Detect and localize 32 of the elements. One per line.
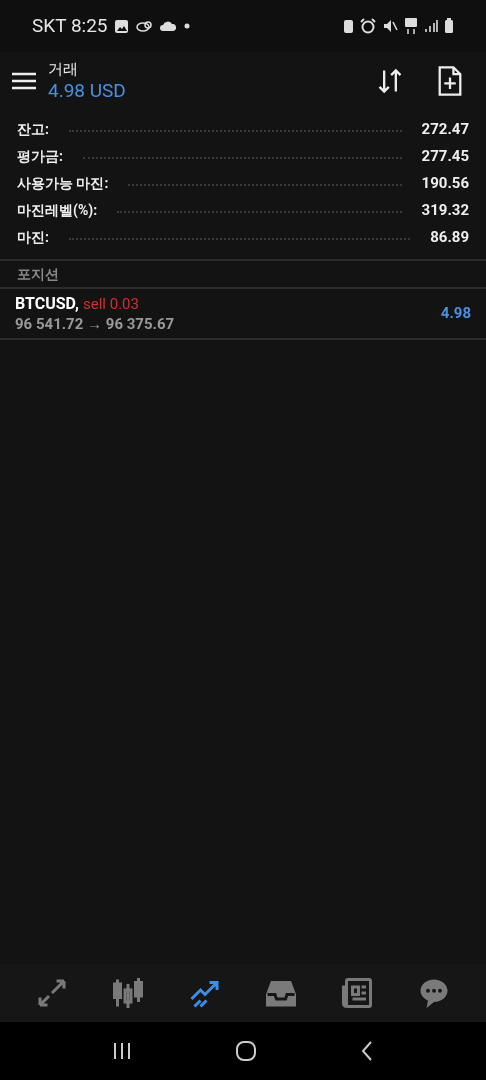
signal-icon [424, 19, 438, 33]
position-row[interactable]: BTCUSD, sell 0.03 96 541.72 → 96 375.67 4.98 [0, 287, 486, 340]
section-heading: 포지션 [17, 264, 59, 284]
cloud-icon [158, 20, 177, 32]
summary-label: 평가금: [17, 147, 63, 166]
back-icon[interactable] [360, 1041, 375, 1061]
position-side: sell 0.03 [83, 294, 139, 314]
summary-label: 사용가능 마진: [17, 174, 109, 193]
gallery-icon [113, 18, 129, 34]
sort-icon [376, 67, 404, 95]
total-profit: 4.98 USD [48, 79, 127, 103]
battery-icon [444, 18, 454, 34]
dot-icon [182, 22, 191, 30]
summary-value: 277.45 [421, 146, 469, 168]
position-symbol: BTCUSD, [15, 293, 79, 313]
screen-title: 거래 [48, 59, 79, 79]
summary-label: 잔고: [17, 120, 49, 139]
recent-apps-icon[interactable] [111, 1042, 132, 1060]
summary-value: 272.47 [421, 119, 469, 141]
summary-value: 86.89 [430, 227, 469, 249]
menu-icon [12, 72, 36, 90]
carrier-time: SKT 8:25 [32, 12, 108, 39]
summary-value: 319.32 [421, 200, 469, 222]
alarm-icon [360, 18, 376, 34]
position-prices: 96 541.72 → 96 375.67 [15, 313, 176, 334]
add-document-icon [436, 65, 464, 97]
summary-value: 190.56 [421, 173, 469, 195]
summary-label: 마진레벨(%): [17, 201, 98, 220]
home-icon[interactable] [235, 1041, 257, 1061]
position-profit: 4.98 [440, 303, 471, 325]
summary-label: 마진: [17, 228, 49, 247]
mute-icon [382, 18, 398, 34]
